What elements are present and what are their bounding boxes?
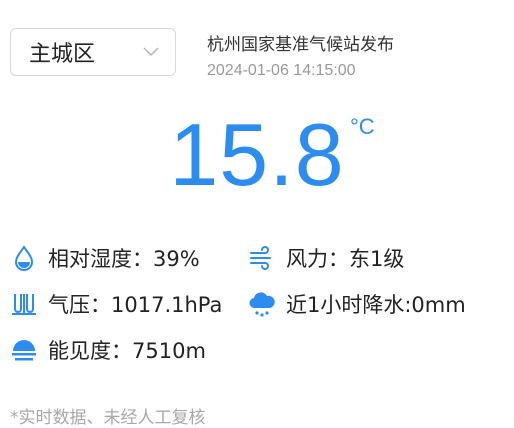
rain-text: 近1小时降水:0mm (286, 293, 466, 317)
humidity-item: 相对湿度：39% (10, 243, 200, 273)
temperature-value: 15.8 (169, 105, 345, 204)
pressure-item: 气压：1017.1hPa (10, 289, 222, 319)
update-timestamp: 2024-01-06 14:15:00 (207, 62, 356, 79)
pressure-icon (10, 290, 38, 318)
temperature-display: 15.8 °C (0, 110, 514, 200)
visibility-text: 能见度：7510m (48, 339, 206, 363)
humidity-text: 相对湿度：39% (48, 247, 200, 271)
wind-text: 风力：东1级 (286, 247, 405, 271)
visibility-item: 能见度：7510m (10, 335, 206, 365)
rain-cloud-icon (248, 290, 276, 318)
region-select[interactable]: 主城区 (10, 28, 176, 76)
wind-item: 风力：东1级 (248, 243, 404, 273)
region-select-label: 主城区 (29, 42, 96, 67)
source-label: 杭州国家基准气候站发布 (207, 35, 394, 55)
chevron-down-icon (143, 47, 159, 56)
temperature-unit: °C (349, 114, 375, 139)
disclaimer-note: *实时数据、未经人工复核 (10, 408, 206, 428)
sun-horizon-icon (10, 336, 38, 364)
rain-item: 近1小时降水:0mm (248, 289, 466, 319)
pressure-text: 气压：1017.1hPa (48, 293, 223, 317)
wind-icon (248, 244, 276, 272)
water-drop-icon (10, 244, 38, 272)
